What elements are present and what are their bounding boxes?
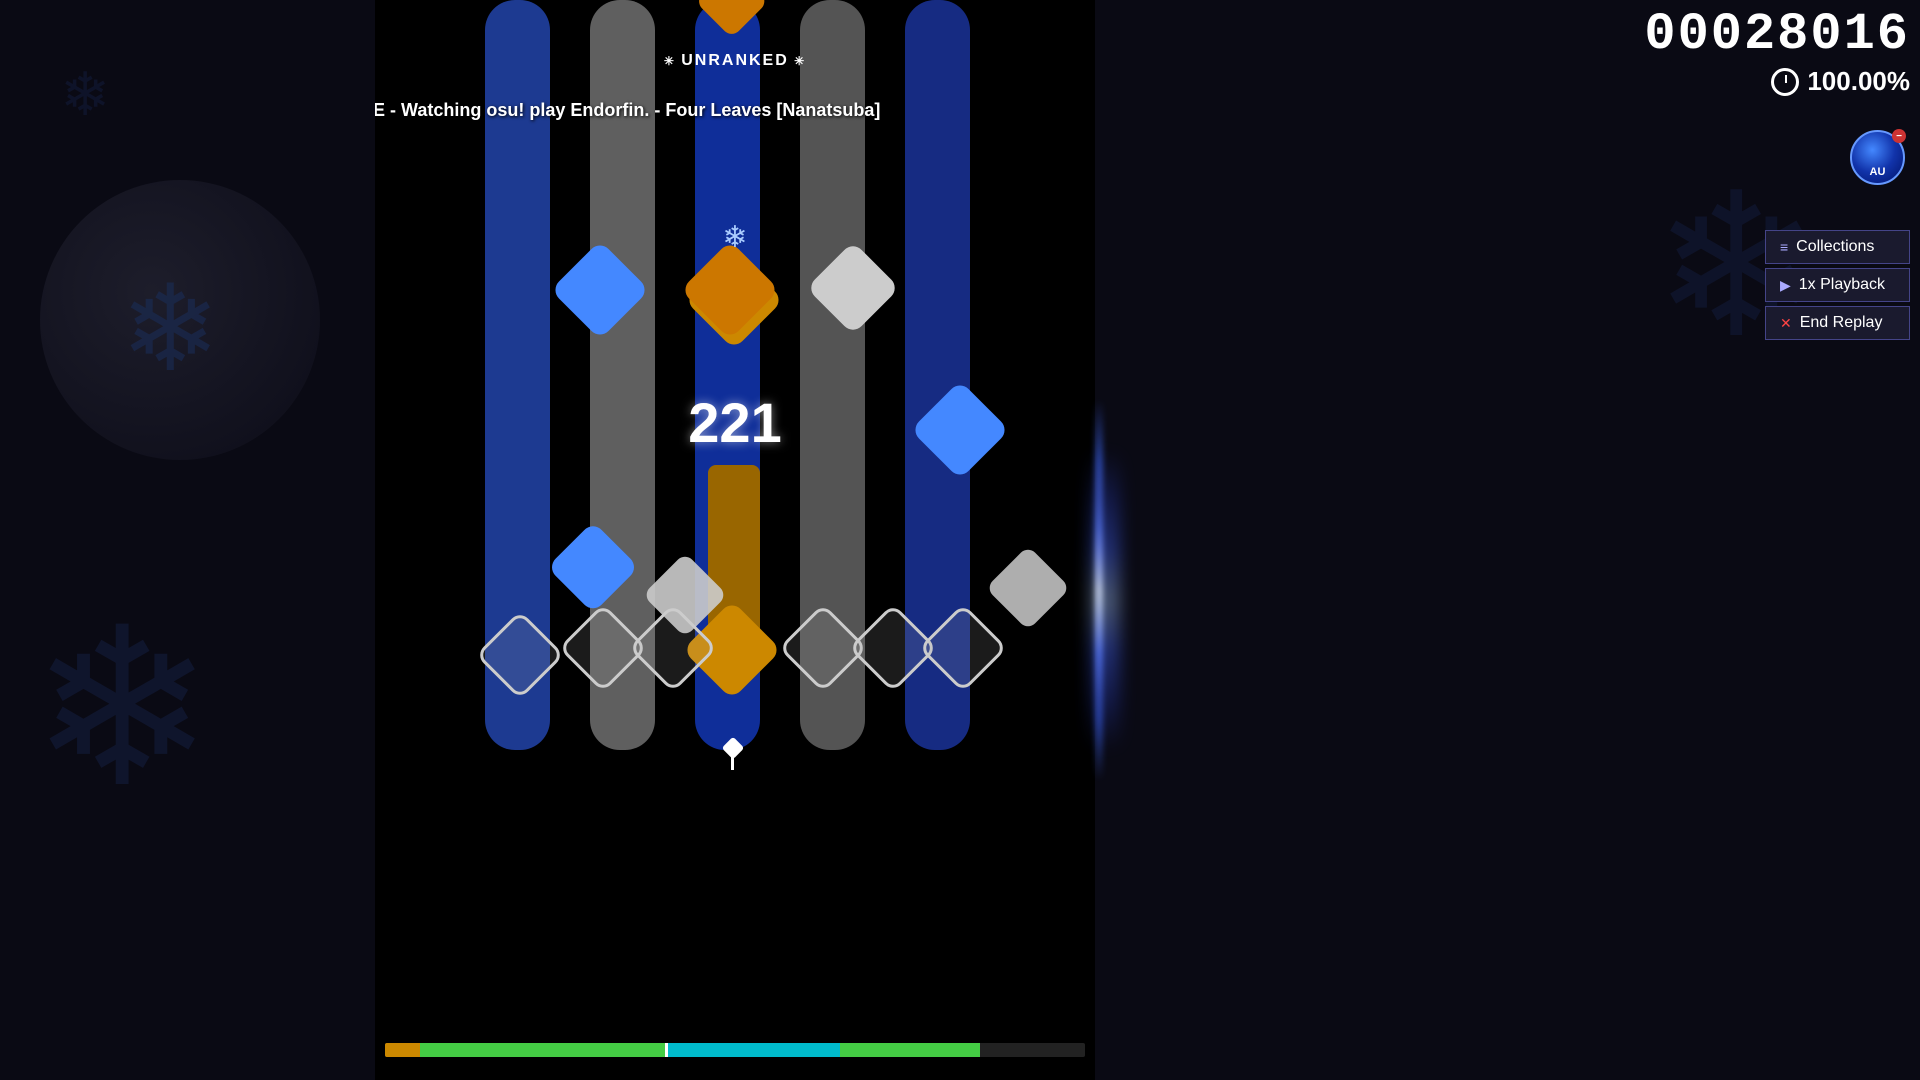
avatar-minus-badge: −: [1892, 129, 1906, 143]
snowflake-deco-1: ❄: [60, 60, 110, 130]
score-bottom: 100.00%: [1644, 66, 1910, 97]
progress-bar: [385, 1043, 1085, 1057]
combo-display: 221: [688, 390, 781, 455]
playback-label: 1x Playback: [1799, 276, 1885, 294]
score-number: 00028016: [1644, 5, 1910, 64]
avatar[interactable]: − AU: [1850, 130, 1905, 185]
snowflake-deco-3: ❄: [30, 580, 214, 836]
moon-snowflake: ❄: [120, 260, 221, 399]
end-replay-button[interactable]: ✕ End Replay: [1765, 306, 1910, 340]
list-icon: ≡: [1780, 239, 1788, 255]
avatar-container[interactable]: − AU: [1850, 130, 1905, 185]
progress-green: [420, 1043, 665, 1057]
game-snowflake: ❄: [722, 220, 747, 255]
side-buttons: ≡ Collections ▶ 1x Playback ✕ End Replay: [1765, 230, 1910, 340]
accuracy-text: 100.00%: [1807, 66, 1910, 97]
play-icon: ▶: [1780, 277, 1791, 294]
progress-orange: [385, 1043, 420, 1057]
progress-bar-area: [375, 1035, 1095, 1065]
left-panel: ❄ ❄ ❄: [0, 0, 375, 1080]
game-area: UNRANKED: [375, 0, 1095, 1080]
playback-button[interactable]: ▶ 1x Playback: [1765, 268, 1910, 302]
x-icon: ✕: [1780, 315, 1792, 332]
progress-cyan: [665, 1043, 840, 1057]
unranked-badge: UNRANKED: [664, 52, 806, 70]
score-display: 00028016 100.00%: [1644, 5, 1910, 97]
end-replay-label: End Replay: [1800, 314, 1883, 332]
collections-button[interactable]: ≡ Collections: [1765, 230, 1910, 264]
right-panel: ❄ 00028016 100.00% − AU ≡ Collections ▶ …: [1095, 0, 1920, 1080]
replay-mode-text: REPLAY MODE - Watching osu! play Endorfi…: [375, 100, 1095, 121]
avatar-label: AU: [1852, 166, 1903, 178]
progress-cursor: [665, 1043, 668, 1057]
collections-label: Collections: [1796, 238, 1874, 256]
progress-green2: [840, 1043, 980, 1057]
clock-icon: [1771, 68, 1799, 96]
